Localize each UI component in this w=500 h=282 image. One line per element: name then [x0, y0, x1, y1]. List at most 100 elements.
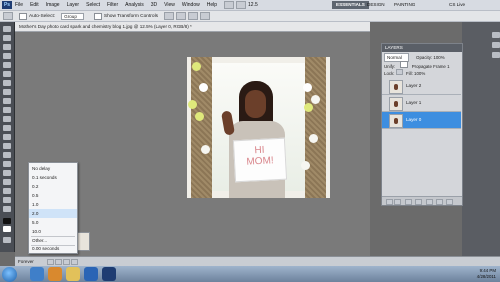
delay-option[interactable]: 10.0 [29, 227, 77, 236]
animation-frame[interactable] [76, 232, 90, 251]
align-top-icon[interactable] [164, 12, 175, 20]
internet-explorer-icon[interactable] [30, 267, 44, 281]
show-transform-checkbox[interactable] [93, 12, 102, 20]
document-image[interactable]: HI MOM! [187, 57, 330, 198]
eye-icon[interactable] [383, 117, 387, 121]
hand-tool-icon[interactable] [3, 197, 11, 203]
previous-frame-icon[interactable] [55, 259, 62, 265]
delay-option[interactable]: 0.5 [29, 191, 77, 200]
eraser-tool-icon[interactable] [3, 116, 11, 122]
add-mask-icon[interactable] [404, 199, 412, 205]
foreground-color-swatch[interactable] [3, 218, 11, 224]
menu-analysis[interactable]: Analysis [125, 2, 144, 8]
pen-tool-icon[interactable] [3, 152, 11, 158]
layers-panel-title[interactable]: LAYERS [382, 44, 462, 52]
options-bar: Auto-Select: Group Show Transform Contro… [0, 11, 500, 22]
blur-tool-icon[interactable] [3, 134, 11, 140]
new-layer-icon[interactable] [435, 199, 443, 205]
visibility-toggle[interactable] [383, 100, 387, 104]
healing-brush-tool-icon[interactable] [3, 80, 11, 86]
outlook-icon[interactable] [84, 267, 98, 281]
workspace-design-button[interactable]: DESIGN [363, 1, 389, 9]
zoom-tool-icon[interactable] [3, 206, 11, 212]
layer-row[interactable]: Layer 1 [382, 95, 461, 112]
layer-row[interactable]: Layer 2 [382, 78, 461, 95]
play-icon[interactable] [63, 259, 70, 265]
opacity-value[interactable]: 100% [433, 55, 444, 60]
menu-filter[interactable]: Filter [107, 2, 118, 8]
eyedropper-tool-icon[interactable] [3, 71, 11, 77]
adjustment-layer-icon[interactable] [415, 199, 423, 205]
lock-icon[interactable] [395, 69, 403, 75]
path-selection-tool-icon[interactable] [3, 170, 11, 176]
trash-icon[interactable] [446, 199, 454, 205]
menu-file[interactable]: File [15, 2, 23, 8]
color-panel-icon[interactable] [492, 32, 500, 38]
auto-select-dropdown[interactable]: Group [61, 12, 84, 20]
distribute-icon[interactable] [200, 12, 211, 20]
move-tool-icon[interactable] [3, 26, 11, 32]
menu-help[interactable]: Help [207, 2, 217, 8]
loop-dropdown[interactable]: Forever [18, 259, 34, 264]
next-frame-icon[interactable] [71, 259, 78, 265]
photoshop-taskbar-icon[interactable] [102, 267, 116, 281]
3d-rotate-tool-icon[interactable] [3, 188, 11, 194]
delay-option[interactable]: No delay [29, 164, 77, 173]
blend-row: Normal Opacity: 100% [382, 53, 462, 62]
quick-select-tool-icon[interactable] [3, 53, 11, 59]
delay-option[interactable]: 1.0 [29, 200, 77, 209]
zoom-level[interactable]: 12.5 [248, 2, 258, 8]
mini-bridge-icon[interactable] [236, 1, 247, 9]
align-bottom-icon[interactable] [188, 12, 199, 20]
gradient-tool-icon[interactable] [3, 125, 11, 131]
layer-row-selected[interactable]: Layer 0 [382, 112, 461, 129]
cs-live-button[interactable]: CS Live [445, 1, 469, 9]
flower-white [309, 134, 318, 143]
delay-current-value[interactable]: 0.00 seconds [29, 244, 77, 253]
first-frame-icon[interactable] [47, 259, 54, 265]
shape-tool-icon[interactable] [3, 179, 11, 185]
menu-select[interactable]: Select [86, 2, 100, 8]
system-clock[interactable]: 9:44 PM 4/28/2011 [477, 268, 496, 279]
opacity-label: Opacity: [416, 55, 433, 60]
align-middle-icon[interactable] [176, 12, 187, 20]
delay-option[interactable]: 0.2 [29, 182, 77, 191]
menu-window[interactable]: Window [182, 2, 200, 8]
type-tool-icon[interactable] [3, 161, 11, 167]
propagate-checkbox[interactable] [400, 61, 409, 68]
document-tab[interactable]: Mother's Day photo card spark and chemis… [15, 22, 370, 32]
menu-edit[interactable]: Edit [30, 2, 39, 8]
start-button-icon[interactable] [2, 267, 17, 282]
firefox-icon[interactable] [48, 267, 62, 281]
clone-stamp-tool-icon[interactable] [3, 98, 11, 104]
crop-tool-icon[interactable] [3, 62, 11, 68]
bridge-icon[interactable] [224, 1, 235, 9]
menu-layer[interactable]: Layer [67, 2, 80, 8]
fill-value[interactable]: 100% [414, 71, 425, 76]
workspace-painting-button[interactable]: PAINTING [390, 1, 419, 9]
brush-tool-icon[interactable] [3, 89, 11, 95]
delay-option[interactable]: 0.1 seconds [29, 173, 77, 182]
menu-view[interactable]: View [164, 2, 175, 8]
auto-select-checkbox[interactable] [19, 12, 27, 20]
menu-bar: Ps File Edit Image Layer Select Filter A… [0, 0, 500, 11]
folder-icon[interactable] [66, 267, 80, 281]
background-color-swatch[interactable] [3, 226, 11, 232]
link-layers-icon[interactable] [386, 199, 393, 205]
toolbox [0, 22, 15, 252]
quick-mask-icon[interactable] [3, 237, 11, 243]
delay-option[interactable]: 5.0 [29, 218, 77, 227]
dodge-tool-icon[interactable] [3, 143, 11, 149]
delay-option-highlighted[interactable]: 2.0 [29, 209, 77, 218]
new-group-icon[interactable] [425, 199, 433, 205]
marquee-tool-icon[interactable] [3, 35, 11, 41]
layer-style-icon[interactable] [394, 199, 402, 205]
move-tool-icon[interactable] [3, 12, 13, 20]
lasso-tool-icon[interactable] [3, 44, 11, 50]
menu-image[interactable]: Image [46, 2, 60, 8]
menu-3d[interactable]: 3D [151, 2, 157, 8]
history-brush-tool-icon[interactable] [3, 107, 11, 113]
adjustments-panel-icon[interactable] [492, 52, 500, 58]
visibility-toggle[interactable] [383, 83, 387, 87]
swatches-panel-icon[interactable] [492, 42, 500, 48]
